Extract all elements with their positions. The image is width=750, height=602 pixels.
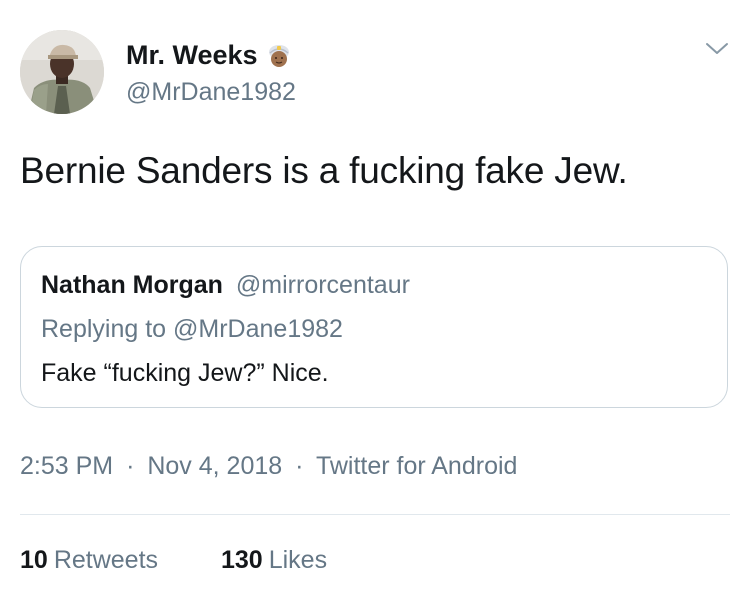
quoted-author-name[interactable]: Nathan Morgan	[41, 271, 223, 299]
retweets-label: Retweets	[53, 546, 159, 574]
avatar[interactable]	[20, 30, 104, 114]
tweet-date[interactable]: Nov 4, 2018	[147, 452, 282, 480]
retweets-count: 10	[20, 546, 48, 574]
tweet-stats: 10 Retweets 130 Likes	[20, 546, 327, 575]
author-name-text: Mr. Weeks	[126, 40, 258, 70]
quoted-tweet-text: Fake “fucking Jew?” Nice.	[41, 359, 329, 387]
tweet-time[interactable]: 2:53 PM	[20, 452, 113, 480]
chevron-down-icon[interactable]	[704, 38, 730, 60]
likes-stat[interactable]: 130 Likes	[221, 546, 327, 575]
divider	[20, 514, 730, 515]
meta-separator: ·	[295, 452, 304, 480]
tweet-text: Bernie Sanders is a fucking fake Jew.	[20, 150, 628, 191]
likes-count: 130	[220, 546, 263, 574]
tweet-source[interactable]: Twitter for Android	[316, 452, 517, 480]
tweet-metadata: 2:53 PM · Nov 4, 2018 · Twitter for Andr…	[20, 452, 517, 481]
quoted-replying-to: Replying to @MrDane1982	[41, 315, 343, 343]
retweets-stat[interactable]: 10 Retweets	[20, 546, 158, 575]
quoted-tweet[interactable]: Nathan Morgan @mirrorcentaur Replying to…	[20, 246, 728, 408]
likes-label: Likes	[268, 546, 328, 574]
avatar-photo	[20, 30, 104, 114]
quoted-author: Nathan Morgan @mirrorcentaur	[41, 271, 410, 300]
man-with-turban-emoji-icon	[266, 43, 292, 69]
author-handle[interactable]: @MrDane1982	[126, 78, 296, 107]
meta-separator: ·	[126, 452, 135, 480]
quoted-author-handle[interactable]: @mirrorcentaur	[236, 271, 410, 299]
author-display-name[interactable]: Mr. Weeks	[126, 40, 292, 71]
